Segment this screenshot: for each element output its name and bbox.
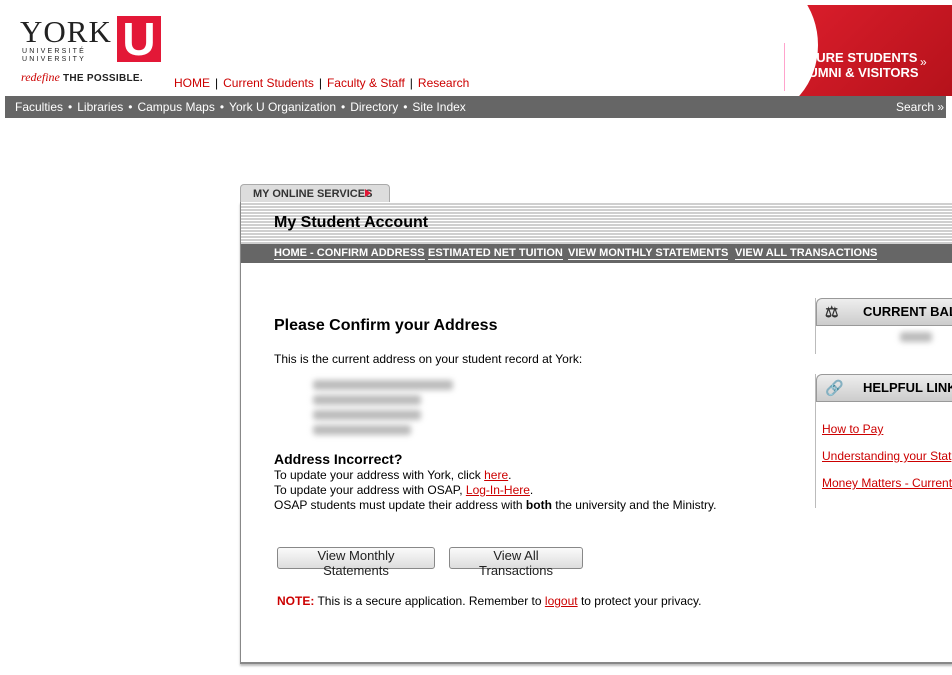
- student-account-panel: My Student Account HOME - CONFIRM ADDRES…: [240, 202, 952, 664]
- logo-u-mark: U: [117, 16, 161, 62]
- logo-york-text: YORK: [20, 14, 112, 49]
- current-balance-title: CURRENT BALA: [863, 304, 952, 319]
- logout-link[interactable]: logout: [545, 594, 578, 608]
- osap-note-line: OSAP students must update their address …: [274, 498, 717, 512]
- top-link-research[interactable]: Research: [418, 76, 469, 90]
- york-update-line: To update your address with York, click …: [274, 468, 512, 482]
- top-links: HOME | Current Students | Faculty & Staff | Re…: [174, 76, 470, 90]
- chain-link-icon: 🔗: [825, 380, 844, 397]
- york-logo[interactable]: YORK U UNIVERSITÉ UNIVERSITY redefine TH…: [20, 14, 165, 86]
- nav-campus-maps[interactable]: Campus Maps: [137, 100, 214, 114]
- logo-tagline: redefine THE POSSIBLE.: [21, 70, 143, 84]
- account-subnav: HOME - CONFIRM ADDRESS ESTIMATED NET TUI…: [241, 244, 952, 263]
- subnav-home-confirm-address[interactable]: HOME - CONFIRM ADDRESS: [274, 248, 425, 260]
- helpful-links-title: HELPFUL LINK: [863, 380, 952, 395]
- top-link-faculty-staff[interactable]: Faculty & Staff: [327, 76, 405, 90]
- subnav-estimated-net-tuition[interactable]: ESTIMATED NET TUITION: [428, 248, 563, 260]
- my-online-services-tab[interactable]: MY ONLINE SERVICES: [240, 184, 390, 203]
- future-students-banner[interactable]: FUTURE STUDENTS ALUMNI & VISITORS »: [738, 5, 952, 96]
- nav-faculties[interactable]: Faculties: [15, 100, 63, 114]
- global-nav-bar: Faculties • Libraries • Campus Maps • York U O…: [5, 96, 946, 118]
- view-all-transactions-button[interactable]: View All Transactions: [449, 547, 583, 578]
- account-header: My Student Account: [241, 202, 952, 244]
- nav-libraries[interactable]: Libraries: [77, 100, 123, 114]
- subnav-view-all-transactions[interactable]: VIEW ALL TRANSACTIONS: [735, 248, 878, 260]
- redacted-balance-value: [900, 332, 932, 342]
- helpful-links-box: 🔗 HELPFUL LINK How to Pay Understanding …: [815, 374, 952, 508]
- redacted-address-line: [313, 395, 421, 405]
- link-how-to-pay[interactable]: How to Pay: [822, 422, 883, 436]
- page-title: My Student Account: [274, 214, 429, 231]
- logo-university-text: UNIVERSITÉ UNIVERSITY: [22, 48, 87, 63]
- link-money-matters[interactable]: Money Matters - Current: [822, 476, 952, 490]
- redacted-address-line: [313, 425, 411, 435]
- banner-text: FUTURE STUDENTS ALUMNI & VISITORS: [791, 50, 919, 80]
- address-intro-text: This is the current address on your stud…: [274, 352, 583, 366]
- scales-icon: ⚖: [825, 304, 839, 321]
- redacted-address-line: [313, 410, 421, 420]
- nav-york-u-organization[interactable]: York U Organization: [229, 100, 336, 114]
- address-incorrect-heading: Address Incorrect?: [274, 451, 403, 467]
- york-update-link[interactable]: here: [484, 468, 508, 482]
- link-understanding-statement[interactable]: Understanding your Stat: [822, 449, 951, 463]
- current-balance-box: ⚖ CURRENT BALA: [815, 298, 952, 354]
- arrow-right-icon: [365, 189, 371, 197]
- subnav-view-monthly-statements[interactable]: VIEW MONTHLY STATEMENTS: [568, 248, 729, 260]
- osap-login-link[interactable]: Log-In-Here: [466, 483, 530, 497]
- redacted-address-line: [313, 380, 453, 390]
- security-note: NOTE: This is a secure application. Reme…: [277, 594, 702, 608]
- nav-directory[interactable]: Directory: [350, 100, 398, 114]
- double-chevron-icon: »: [920, 55, 927, 69]
- nav-search-link[interactable]: Search »: [896, 100, 944, 114]
- osap-update-line: To update your address with OSAP, Log-In…: [274, 483, 534, 497]
- confirm-address-heading: Please Confirm your Address: [274, 317, 498, 334]
- nav-site-index[interactable]: Site Index: [412, 100, 465, 114]
- view-monthly-statements-button[interactable]: View Monthly Statements: [277, 547, 435, 578]
- top-link-home[interactable]: HOME: [174, 76, 210, 90]
- top-link-current-students[interactable]: Current Students: [223, 76, 314, 90]
